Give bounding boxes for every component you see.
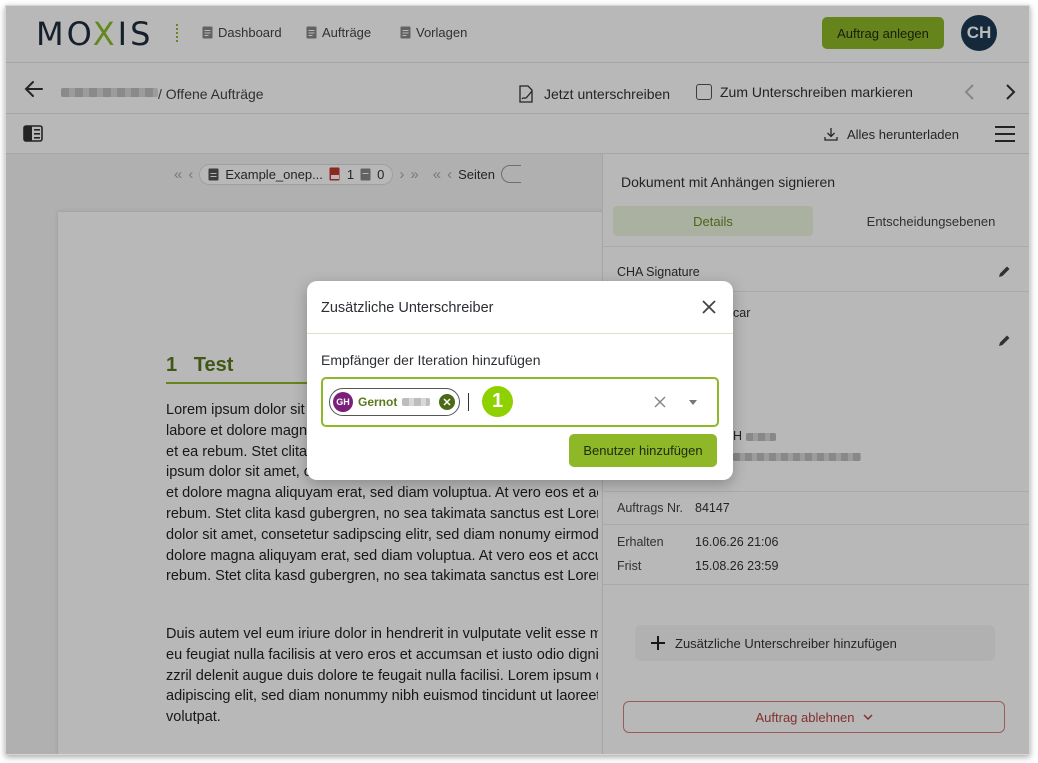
additional-signers-dialog: Zusätzliche Unterschreiber Empfänger der…: [307, 281, 733, 480]
app-window: MOXIS Dashboard Aufträge Vorlagen Auftra…: [5, 5, 1030, 755]
redacted-surname: [402, 398, 431, 406]
chip-name: Gernot: [358, 395, 398, 409]
add-user-label: Benutzer hinzufügen: [583, 443, 703, 458]
dropdown-arrow-icon[interactable]: [689, 400, 697, 405]
dialog-divider: [307, 333, 733, 334]
chip-initials: GH: [336, 397, 350, 407]
text-caret: [468, 393, 469, 411]
chip-avatar: GH: [333, 392, 353, 412]
step-marker: 1: [482, 386, 513, 417]
recipient-chip[interactable]: GH Gernot: [329, 388, 461, 416]
recipients-input[interactable]: GH Gernot 1: [321, 377, 719, 427]
dialog-title: Zusätzliche Unterschreiber: [321, 300, 494, 316]
clear-icon[interactable]: [653, 395, 667, 409]
remove-chip-icon[interactable]: [439, 394, 456, 410]
close-icon[interactable]: [701, 299, 717, 315]
add-user-button[interactable]: Benutzer hinzufügen: [569, 434, 717, 467]
recipients-field-label: Empfänger der Iteration hinzufügen: [321, 352, 541, 368]
step-marker-number: 1: [491, 390, 504, 412]
